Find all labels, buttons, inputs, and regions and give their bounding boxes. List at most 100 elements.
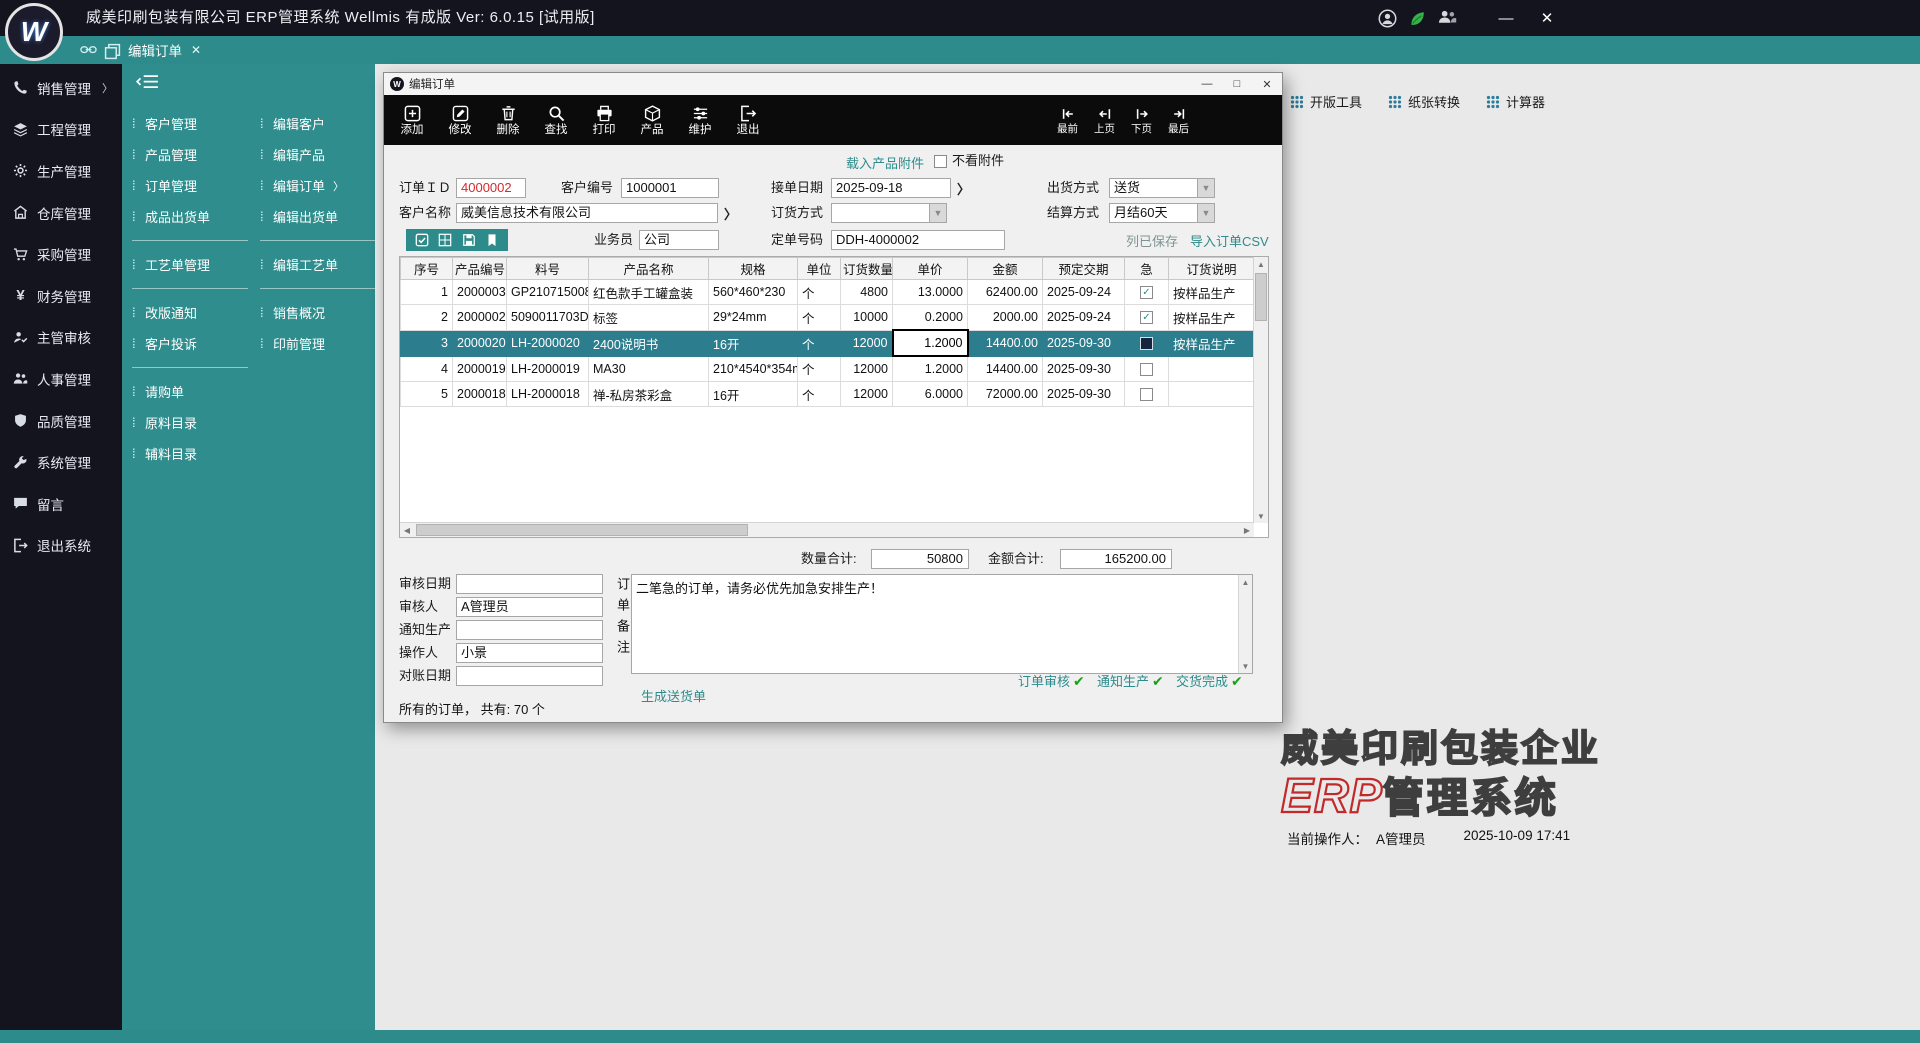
- maintain-button[interactable]: 维护: [676, 95, 724, 145]
- users-icon[interactable]: [1438, 9, 1457, 28]
- bookmark-icon[interactable]: [485, 233, 499, 247]
- col-price[interactable]: 单价: [893, 258, 968, 280]
- table-row[interactable]: 5 2000018 LH-2000018 禅-私房茶彩盒 16开 个 12000…: [401, 382, 1255, 407]
- submenu-item-product-mgmt[interactable]: ⁞产品管理: [132, 139, 248, 170]
- col-seq[interactable]: 序号: [401, 258, 453, 280]
- submenu-item-shipment-order[interactable]: ⁞成品出货单: [132, 201, 248, 232]
- submenu-item-sales-overview[interactable]: ⁞销售概况: [260, 297, 376, 328]
- scroll-up-icon[interactable]: ▲: [1239, 575, 1252, 589]
- auditor-field[interactable]: A管理员: [456, 597, 603, 617]
- table-horizontal-scrollbar[interactable]: ◀ ▶: [400, 522, 1254, 537]
- col-urgent[interactable]: 急: [1125, 258, 1169, 280]
- account-icon[interactable]: [1378, 9, 1397, 28]
- first-record-button[interactable]: 最前: [1049, 95, 1086, 145]
- col-product-name[interactable]: 产品名称: [589, 258, 709, 280]
- exit-button[interactable]: 退出: [724, 95, 772, 145]
- tool-imposition[interactable]: 开版工具: [1290, 92, 1362, 111]
- close-button[interactable]: ✕: [1528, 0, 1566, 36]
- customer-expand-icon[interactable]: 〉: [724, 204, 737, 223]
- submenu-item-edit-product[interactable]: ⁞编辑产品: [260, 139, 376, 170]
- scrollbar-thumb[interactable]: [1255, 273, 1267, 321]
- columns-saved-link[interactable]: 列已保存: [1126, 231, 1178, 250]
- sidebar-item-system[interactable]: 系统管理: [0, 441, 122, 483]
- price-edit-cell[interactable]: 1.2000: [893, 330, 968, 356]
- audit-date-field[interactable]: [456, 574, 603, 594]
- order-date-expand-icon[interactable]: 〉: [957, 179, 970, 198]
- sidebar-item-exit-system[interactable]: 退出系统: [0, 525, 122, 567]
- status-delivery-complete[interactable]: 交货完成✔: [1176, 671, 1243, 690]
- print-button[interactable]: 打印: [580, 95, 628, 145]
- urgent-checkbox[interactable]: [1140, 337, 1153, 350]
- settle-method-select[interactable]: 月结60天 ▼: [1109, 203, 1215, 223]
- submenu-item-customer-complaint[interactable]: ⁞客户投诉: [132, 328, 248, 359]
- generate-delivery-note-link[interactable]: 生成送货单: [641, 686, 706, 705]
- next-page-button[interactable]: 下页: [1123, 95, 1160, 145]
- sidebar-item-production[interactable]: 生产管理: [0, 150, 122, 192]
- minimize-button[interactable]: —: [1487, 0, 1525, 36]
- order-no-field[interactable]: DDH-4000002: [831, 230, 1005, 250]
- chevron-down-icon[interactable]: ▼: [929, 204, 946, 222]
- collapse-menu-icon[interactable]: [135, 74, 159, 90]
- tool-calculator[interactable]: 计算器: [1486, 92, 1545, 111]
- remark-scrollbar[interactable]: ▲ ▼: [1238, 575, 1252, 673]
- sidebar-item-sales[interactable]: 销售管理 〉: [0, 67, 122, 109]
- scroll-down-icon[interactable]: ▼: [1254, 509, 1268, 523]
- hide-attachment-checkbox[interactable]: [934, 155, 947, 168]
- edit-button[interactable]: 修改: [436, 95, 484, 145]
- col-due-date[interactable]: 预定交期: [1043, 258, 1125, 280]
- find-button[interactable]: 查找: [532, 95, 580, 145]
- operator-field[interactable]: 小景: [456, 643, 603, 663]
- ship-method-select[interactable]: 送货 ▼: [1109, 178, 1215, 198]
- load-attachment-link[interactable]: 载入产品附件: [846, 153, 924, 172]
- sidebar-item-warehouse[interactable]: 仓库管理: [0, 192, 122, 234]
- notify-production-field[interactable]: [456, 620, 603, 640]
- import-csv-link[interactable]: 导入订单CSV: [1190, 231, 1269, 250]
- scrollbar-thumb[interactable]: [416, 524, 748, 536]
- order-remark-box[interactable]: 二笔急的订单，请务必优先加急安排生产！ ▲ ▼: [631, 574, 1253, 674]
- table-row[interactable]: 2 2000002 5090011703D 标签 29*24mm 个 10000…: [401, 305, 1255, 331]
- customer-name-field[interactable]: 威美信息技术有限公司: [456, 203, 718, 223]
- status-production-notified[interactable]: 通知生产✔: [1097, 671, 1164, 690]
- urgent-checkbox[interactable]: [1140, 286, 1153, 299]
- tab-edit-order[interactable]: 编辑订单 ✕: [128, 36, 201, 64]
- add-button[interactable]: 添加: [388, 95, 436, 145]
- check-square-icon[interactable]: [415, 233, 429, 247]
- sidebar-item-supervisor-audit[interactable]: 主管审核: [0, 317, 122, 359]
- sidebar-item-engineering[interactable]: 工程管理: [0, 109, 122, 151]
- urgent-checkbox[interactable]: [1140, 311, 1153, 324]
- status-order-audited[interactable]: 订单审核✔: [1018, 671, 1085, 690]
- submenu-item-revision-notice[interactable]: ⁞改版通知: [132, 297, 248, 328]
- order-method-select[interactable]: ▼: [831, 203, 947, 223]
- urgent-checkbox[interactable]: [1140, 388, 1153, 401]
- scroll-left-icon[interactable]: ◀: [400, 523, 414, 537]
- dialog-close-button[interactable]: ✕: [1252, 73, 1282, 95]
- table-row[interactable]: 1 2000003 GP210715008 红色款手工罐盒装 560*460*2…: [401, 280, 1255, 305]
- salesman-field[interactable]: 公司: [639, 230, 719, 250]
- submenu-item-customer-mgmt[interactable]: ⁞客户管理: [132, 108, 248, 139]
- sidebar-item-finance[interactable]: ¥ 财务管理: [0, 275, 122, 317]
- plugin-leaf-icon[interactable]: [1408, 9, 1427, 28]
- submenu-item-purchase-request[interactable]: ⁞请购单: [132, 376, 248, 407]
- customer-no-field[interactable]: 1000001: [621, 178, 719, 198]
- submenu-item-edit-process-sheet[interactable]: ⁞编辑工艺单: [260, 249, 376, 280]
- col-product-no[interactable]: 产品编号: [453, 258, 507, 280]
- submenu-item-aux-material-list[interactable]: ⁞辅料目录: [132, 438, 248, 469]
- table-row-selected[interactable]: 3 2000020 LH-2000020 2400说明书 16开 个 12000…: [401, 330, 1255, 356]
- col-amount[interactable]: 金额: [968, 258, 1043, 280]
- scroll-right-icon[interactable]: ▶: [1240, 523, 1254, 537]
- prev-page-button[interactable]: 上页: [1086, 95, 1123, 145]
- urgent-checkbox[interactable]: [1140, 363, 1153, 376]
- col-note[interactable]: 订货说明: [1169, 258, 1255, 280]
- last-record-button[interactable]: 最后: [1160, 95, 1197, 145]
- tab-close-icon[interactable]: ✕: [191, 43, 201, 57]
- col-unit[interactable]: 单位: [798, 258, 841, 280]
- submenu-item-order-mgmt[interactable]: ⁞订单管理: [132, 170, 248, 201]
- order-date-field[interactable]: 2025-09-18: [831, 178, 951, 198]
- submenu-item-edit-shipment[interactable]: ⁞编辑出货单: [260, 201, 376, 232]
- tool-paper-convert[interactable]: 纸张转换: [1388, 92, 1460, 111]
- save-icon[interactable]: [462, 233, 476, 247]
- sidebar-item-purchasing[interactable]: 采购管理: [0, 233, 122, 275]
- table-vertical-scrollbar[interactable]: ▲ ▼: [1253, 257, 1268, 523]
- col-spec[interactable]: 规格: [709, 258, 798, 280]
- order-remark-text[interactable]: 二笔急的订单，请务必优先加急安排生产！: [632, 575, 1238, 673]
